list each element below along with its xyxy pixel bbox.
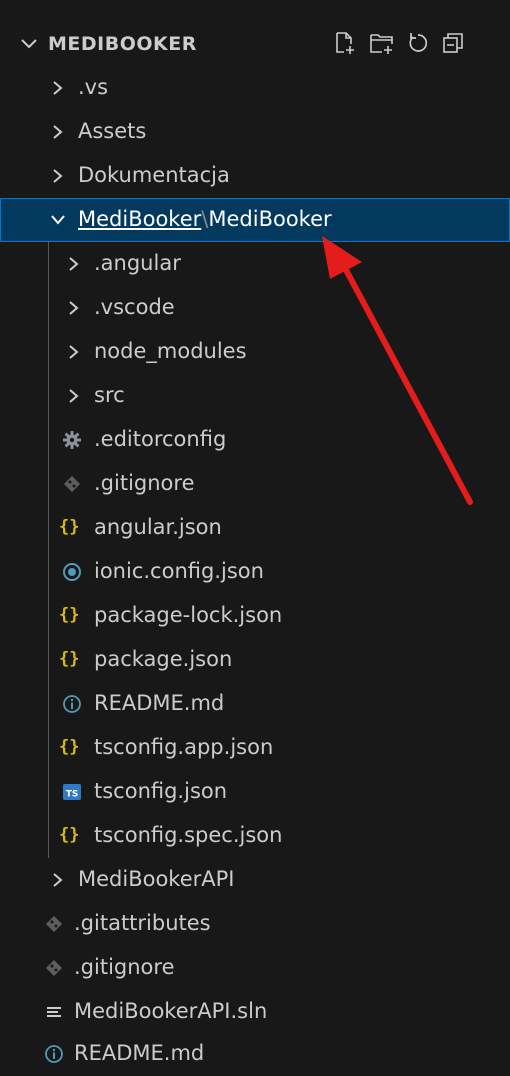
json-braces-icon: {}	[59, 649, 80, 669]
tree-item-label: .gitattributes	[74, 911, 211, 935]
tree-file-readme-root[interactable]: README.md	[0, 1032, 510, 1076]
gear-icon	[63, 431, 81, 449]
tree-item-label: tsconfig.app.json	[94, 735, 274, 759]
typescript-icon-text: TS	[66, 790, 79, 800]
tree-file-editorconfig[interactable]: .editorconfig	[0, 418, 510, 462]
tree-item-label: tsconfig.json	[94, 779, 228, 803]
explorer-root-header[interactable]: MEDIBOOKER	[0, 22, 510, 66]
tree-item-label: MediBookerAPI.sln	[74, 999, 268, 1023]
compact-folder-segment[interactable]: MediBooker	[208, 207, 331, 231]
tree-file-sln[interactable]: MediBookerAPI.sln	[0, 990, 510, 1034]
tree-item-label: .gitignore	[74, 955, 175, 979]
tree-file-angular-json[interactable]: {} angular.json	[0, 506, 510, 550]
compact-folder-label: MediBooker\MediBooker	[78, 207, 332, 231]
tree-item-label: Dokumentacja	[78, 163, 230, 187]
json-braces-icon: {}	[59, 517, 80, 537]
info-icon	[45, 1045, 63, 1063]
compact-folder-segment[interactable]: MediBooker	[78, 207, 201, 231]
chevron-right-icon	[53, 873, 63, 887]
chevron-right-icon	[69, 301, 79, 315]
git-icon	[46, 960, 62, 976]
new-file-icon[interactable]	[333, 30, 357, 56]
tree-item-label: Assets	[78, 119, 147, 143]
tree-item-label: node_modules	[94, 339, 247, 363]
chevron-right-icon	[53, 81, 63, 95]
new-folder-icon[interactable]	[369, 30, 393, 56]
tree-file-package-lock[interactable]: {} package-lock.json	[0, 594, 510, 638]
refresh-icon[interactable]	[405, 30, 429, 56]
tree-folder-medibooker[interactable]: MediBooker\MediBooker	[0, 198, 510, 242]
tree-item-label: package-lock.json	[94, 603, 283, 627]
tree-item-label: .vs	[78, 75, 109, 99]
tree-folder-angular[interactable]: .angular	[0, 242, 510, 286]
ionic-icon	[63, 563, 81, 581]
typescript-icon: TS	[63, 784, 81, 800]
chevron-right-icon	[69, 389, 79, 403]
tree-file-gitignore[interactable]: .gitignore	[0, 462, 510, 506]
tree-item-label: .editorconfig	[94, 427, 227, 451]
tree-item-label: package.json	[94, 647, 233, 671]
tree-folder-vscode[interactable]: .vscode	[0, 286, 510, 330]
git-icon	[46, 916, 62, 932]
tree-item-label: tsconfig.spec.json	[94, 823, 283, 847]
tree-item-label: .angular	[94, 251, 181, 275]
tree-item-label: README.md	[74, 1041, 205, 1065]
chevron-down-icon	[51, 215, 65, 225]
tree-item-label: src	[94, 383, 125, 407]
tree-item-label: ionic.config.json	[94, 559, 264, 583]
tree-file-package-json[interactable]: {} package.json	[0, 638, 510, 682]
tree-folder-medibookerapi[interactable]: MediBookerAPI	[0, 858, 510, 902]
chevron-right-icon	[53, 125, 63, 139]
chevron-right-icon	[69, 257, 79, 271]
tree-file-ionic-config[interactable]: ionic.config.json	[0, 550, 510, 594]
collapse-all-icon[interactable]	[441, 30, 465, 56]
tree-item-label: .gitignore	[94, 471, 195, 495]
tree-file-tsconfig[interactable]: TS tsconfig.json	[0, 770, 510, 814]
tree-item-label: .vscode	[94, 295, 175, 319]
json-braces-icon: {}	[59, 737, 80, 757]
info-icon	[63, 695, 81, 713]
tree-item-label: MediBookerAPI	[78, 867, 235, 891]
tree-folder-vs[interactable]: .vs	[0, 66, 510, 110]
tree-folder-dokumentacja[interactable]: Dokumentacja	[0, 154, 510, 198]
tree-item-label: angular.json	[94, 515, 222, 539]
lines-icon	[47, 1007, 61, 1017]
json-braces-icon: {}	[59, 605, 80, 625]
chevron-down-icon	[21, 39, 37, 49]
tree-file-tsconfig-spec[interactable]: {} tsconfig.spec.json	[0, 814, 510, 858]
tree-file-tsconfig-app[interactable]: {} tsconfig.app.json	[0, 726, 510, 770]
explorer-root-title: MEDIBOOKER	[48, 33, 197, 55]
tree-folder-node-modules[interactable]: node_modules	[0, 330, 510, 374]
tree-item-label: README.md	[94, 691, 225, 715]
tree-file-gitattributes[interactable]: .gitattributes	[0, 902, 510, 946]
tree-folder-assets[interactable]: Assets	[0, 110, 510, 154]
json-braces-icon: {}	[59, 825, 80, 845]
chevron-right-icon	[69, 345, 79, 359]
chevron-right-icon	[53, 169, 63, 183]
tree-file-gitignore-root[interactable]: .gitignore	[0, 946, 510, 990]
git-icon	[64, 476, 80, 492]
tree-file-readme[interactable]: README.md	[0, 682, 510, 726]
tree-folder-src[interactable]: src	[0, 374, 510, 418]
